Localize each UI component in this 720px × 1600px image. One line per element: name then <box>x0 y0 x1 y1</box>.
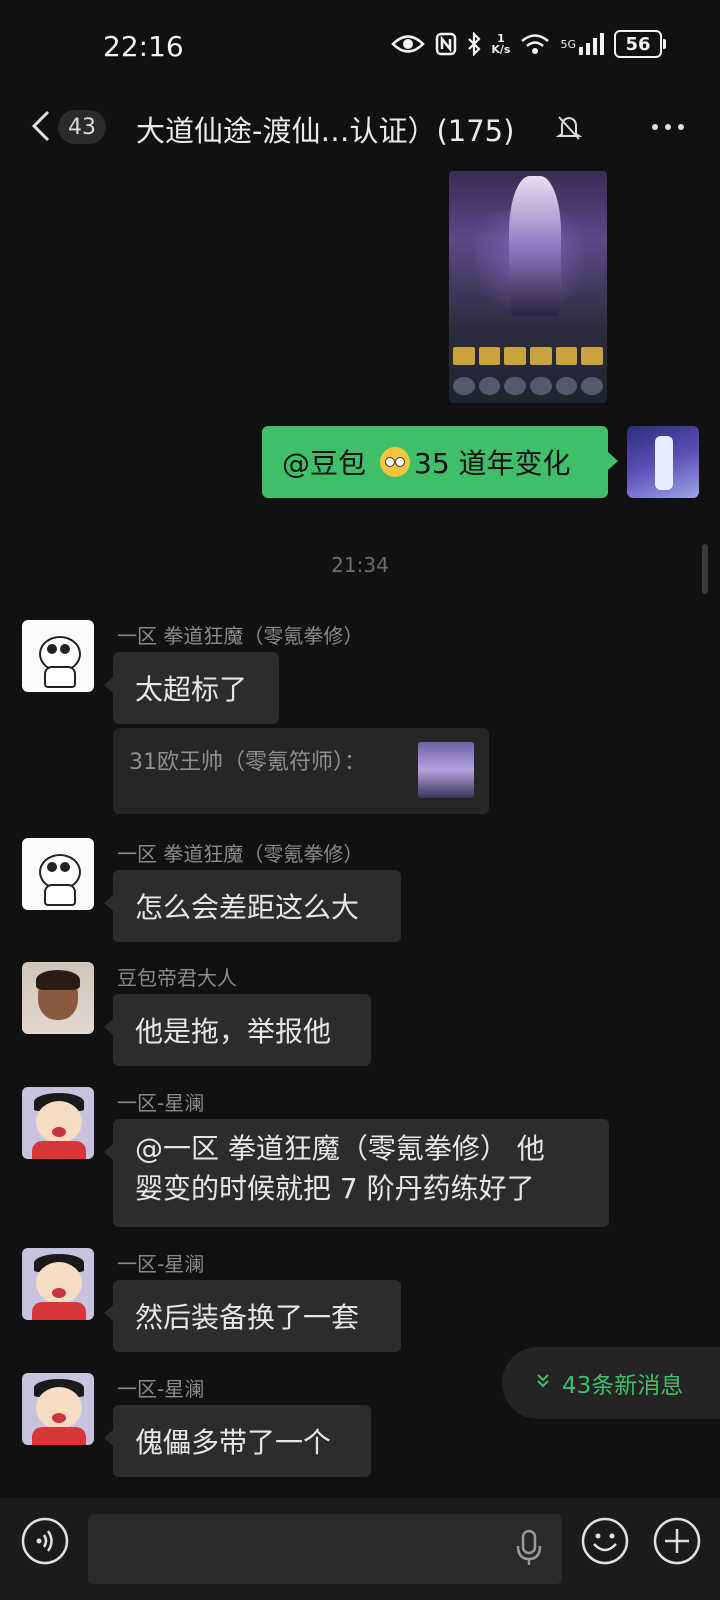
avatar[interactable] <box>22 1087 94 1159</box>
chat-header: 43 大道仙途-渡仙…认证）(175) <box>0 98 720 158</box>
bluetooth-icon <box>467 32 481 56</box>
net-speed: 1 K/s <box>491 33 510 55</box>
network-type: 5G <box>560 37 576 51</box>
message-bubble[interactable]: 然后装备换了一套 <box>104 1280 401 1352</box>
input-bar <box>0 1498 720 1600</box>
sender-name[interactable]: 一区 拳道狂魔（零氪拳修） <box>117 838 363 867</box>
mention-text: @豆包 <box>282 447 367 480</box>
message-line: 婴变的时候就把 7 阶丹药练好了 <box>135 1172 535 1205</box>
net-speed-unit: K/s <box>491 43 511 56</box>
message-bubble[interactable]: 傀儡多带了一个 <box>104 1405 371 1477</box>
status-bar: 22:16 1 K/s 5G 56 <box>0 0 720 96</box>
mute-bell-icon <box>555 114 583 146</box>
more-icon <box>652 124 684 130</box>
wifi-icon <box>520 33 550 55</box>
back-icon <box>31 110 50 142</box>
signal-icon: 5G <box>560 33 604 55</box>
quote-text: 31欧王帅（零氪符师）： <box>129 750 366 775</box>
microphone-icon[interactable] <box>514 1528 544 1572</box>
new-messages-label: 43条新消息 <box>562 1373 684 1399</box>
eye-icon <box>391 33 426 55</box>
puzzled-emoji-icon <box>380 447 411 477</box>
status-icons: 1 K/s 5G 56 <box>391 30 666 58</box>
voice-icon <box>21 1517 69 1565</box>
message-bubble[interactable]: 他是拖，举报他 <box>104 994 371 1066</box>
avatar[interactable] <box>22 1248 94 1320</box>
sender-name[interactable]: 一区-星澜 <box>117 1087 204 1116</box>
sender-name[interactable]: 一区 拳道狂魔（零氪拳修） <box>117 620 363 649</box>
message-bubble[interactable]: 太超标了 <box>104 652 279 724</box>
time-divider: 21:34 <box>331 553 389 577</box>
sent-message-bubble[interactable]: @豆包 35 道年变化 <box>262 426 618 498</box>
quoted-message[interactable]: 31欧王帅（零氪符师）： <box>113 728 489 814</box>
message-bubble[interactable]: @一区 拳道狂魔（零氪拳修） 他 婴变的时候就把 7 阶丹药练好了 <box>104 1119 609 1227</box>
plus-icon <box>653 1517 701 1565</box>
voice-button[interactable] <box>20 1516 70 1570</box>
double-chevron-down-icon <box>536 1373 550 1394</box>
avatar[interactable] <box>22 1373 94 1445</box>
sent-image[interactable] <box>449 171 607 403</box>
battery-indicator: 56 <box>614 30 666 58</box>
sender-name[interactable]: 一区-星澜 <box>117 1373 204 1402</box>
quote-image-thumbnail[interactable] <box>418 742 474 798</box>
sent-message-text: 35 道年变化 <box>414 447 571 480</box>
new-messages-button[interactable]: 43条新消息 <box>502 1347 720 1419</box>
more-options-button[interactable] <box>650 112 686 146</box>
nfc-icon <box>435 32 457 56</box>
sender-name[interactable]: 一区-星澜 <box>117 1248 204 1277</box>
avatar[interactable] <box>22 962 94 1034</box>
back-button[interactable] <box>26 106 58 146</box>
more-functions-button[interactable] <box>652 1516 702 1570</box>
smiley-icon <box>581 1517 629 1565</box>
self-avatar[interactable] <box>627 426 699 498</box>
sender-name[interactable]: 豆包帝君大人 <box>117 962 237 991</box>
avatar[interactable] <box>22 838 94 910</box>
message-bubble[interactable]: 怎么会差距这么大 <box>104 870 401 942</box>
emoji-button[interactable] <box>580 1516 630 1570</box>
chat-title[interactable]: 大道仙途-渡仙…认证）(175) <box>136 108 514 150</box>
message-line: @一区 拳道狂魔（零氪拳修） 他 <box>135 1132 545 1165</box>
message-input[interactable] <box>88 1514 562 1584</box>
unread-count-badge[interactable]: 43 <box>58 110 106 144</box>
clock: 22:16 <box>103 30 184 63</box>
avatar[interactable] <box>22 620 94 692</box>
